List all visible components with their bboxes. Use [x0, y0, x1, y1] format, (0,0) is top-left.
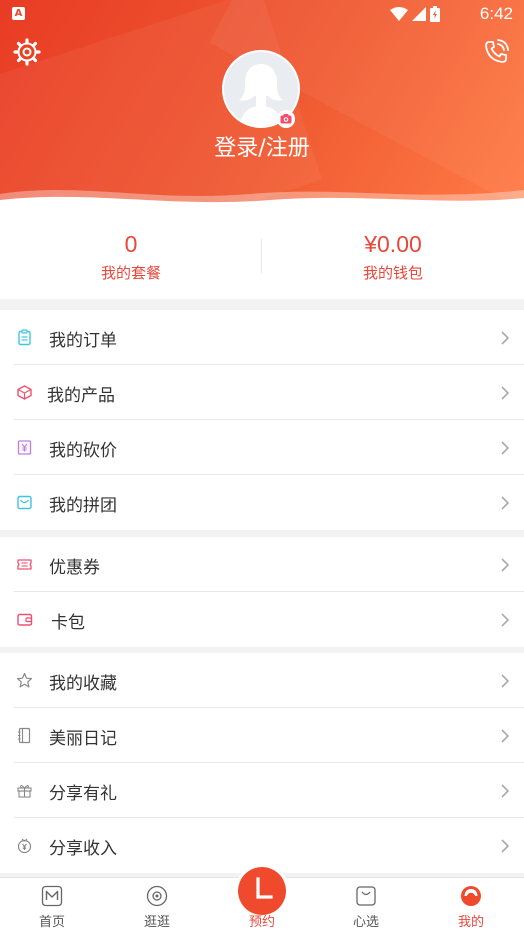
menu-item-favorites[interactable]: 我的收藏	[0, 653, 524, 708]
tab-home[interactable]: 首页	[0, 878, 104, 932]
menu-item-label: 优惠券	[49, 558, 100, 578]
stat-package[interactable]: 0 我的套餐	[0, 231, 262, 283]
menu-item-label: 卡包	[51, 613, 85, 633]
chevron-right-icon	[501, 386, 510, 400]
settings-gear-icon[interactable]	[13, 38, 41, 66]
profile-icon	[461, 886, 481, 906]
chevron-right-icon	[501, 441, 510, 455]
status-icons	[390, 6, 440, 22]
stat-wallet[interactable]: ¥0.00 我的钱包	[262, 231, 524, 283]
wallet-balance: ¥0.00	[364, 231, 422, 257]
wallet-label: 我的钱包	[362, 264, 423, 282]
app-notification-icon: A	[12, 7, 25, 20]
group-buy-icon	[17, 495, 32, 510]
price-tag-icon	[17, 440, 32, 455]
clipboard-icon	[18, 329, 31, 346]
menu-item-label: 分享有礼	[49, 784, 117, 804]
menu-item-coupons[interactable]: 优惠券	[0, 537, 524, 592]
tab-label: 心选	[352, 915, 379, 930]
login-register-link[interactable]: 登录/注册	[0, 130, 524, 162]
tab-label: 我的	[457, 915, 484, 930]
coupon-icon	[17, 559, 32, 570]
chevron-right-icon	[501, 496, 510, 510]
chevron-right-icon	[501, 784, 510, 798]
menu-item-label: 我的产品	[47, 386, 115, 406]
tab-label: 首页	[38, 915, 65, 930]
menu-item-label: 我的订单	[49, 331, 117, 351]
camera-icon[interactable]	[277, 110, 295, 128]
browse-icon	[146, 885, 168, 907]
income-icon	[17, 838, 32, 854]
menu-item-label: 我的砍价	[49, 441, 117, 461]
menu-item-my-bargain[interactable]: 我的砍价	[0, 420, 524, 475]
gift-icon	[17, 785, 32, 798]
menu-item-label: 我的收藏	[49, 674, 117, 694]
header-wave	[0, 190, 524, 215]
chevron-right-icon	[501, 729, 510, 743]
menu-item-share-gift[interactable]: 分享有礼	[0, 763, 524, 818]
phone-call-icon[interactable]	[482, 38, 510, 66]
chevron-right-icon	[501, 839, 510, 853]
clock-icon	[256, 877, 273, 899]
status-bar: A 6:42	[0, 0, 524, 28]
menu-item-my-products[interactable]: 我的产品	[0, 365, 524, 420]
home-m-icon	[41, 885, 63, 907]
tab-booking-label[interactable]: 预约	[224, 911, 300, 930]
menu-item-beauty-diary[interactable]: 美丽日记	[0, 708, 524, 763]
status-time: 6:42	[479, 4, 513, 23]
box-icon	[17, 385, 32, 400]
chevron-right-icon	[501, 674, 510, 688]
star-icon	[16, 672, 33, 688]
wifi-icon	[390, 7, 408, 21]
menu-item-my-orders[interactable]: 我的订单	[0, 310, 524, 365]
menu-group-coupons: 优惠券 卡包	[0, 537, 524, 647]
battery-icon	[430, 6, 440, 22]
tab-browse[interactable]: 逛逛	[105, 878, 209, 932]
menu-group-orders: 我的订单 我的产品 我的砍价 我的拼团	[0, 310, 524, 530]
profile-header: A 6:42 登录/注册	[0, 0, 524, 215]
signal-icon	[412, 7, 426, 21]
menu-item-my-group-buy[interactable]: 我的拼团	[0, 475, 524, 530]
menu-item-card-wallet[interactable]: 卡包	[0, 592, 524, 647]
menu-group-extras: 我的收藏 美丽日记 分享有礼 分享收入	[0, 653, 524, 873]
tab-label: 逛逛	[143, 915, 170, 930]
account-stats: 0 我的套餐 ¥0.00 我的钱包	[0, 215, 524, 299]
notebook-icon	[18, 727, 31, 744]
package-count: 0	[124, 231, 138, 257]
tab-booking-button[interactable]	[238, 867, 286, 915]
menu-item-label: 我的拼团	[49, 496, 117, 516]
package-label: 我的套餐	[100, 264, 161, 282]
menu-item-label: 分享收入	[49, 839, 117, 859]
chevron-right-icon	[501, 613, 510, 627]
tab-select[interactable]: 心选	[314, 878, 418, 932]
profile-page: A 6:42 登录/注册 0 我的套餐 ¥0.00 我的钱包 我的订单 我的产品…	[0, 0, 524, 932]
chevron-right-icon	[501, 331, 510, 345]
shopping-bag-icon	[356, 886, 376, 906]
menu-item-label: 美丽日记	[49, 729, 117, 749]
tab-mine[interactable]: 我的	[419, 878, 523, 932]
wallet-card-icon	[17, 613, 33, 626]
chevron-right-icon	[501, 558, 510, 572]
menu-item-share-income[interactable]: 分享收入	[0, 818, 524, 873]
